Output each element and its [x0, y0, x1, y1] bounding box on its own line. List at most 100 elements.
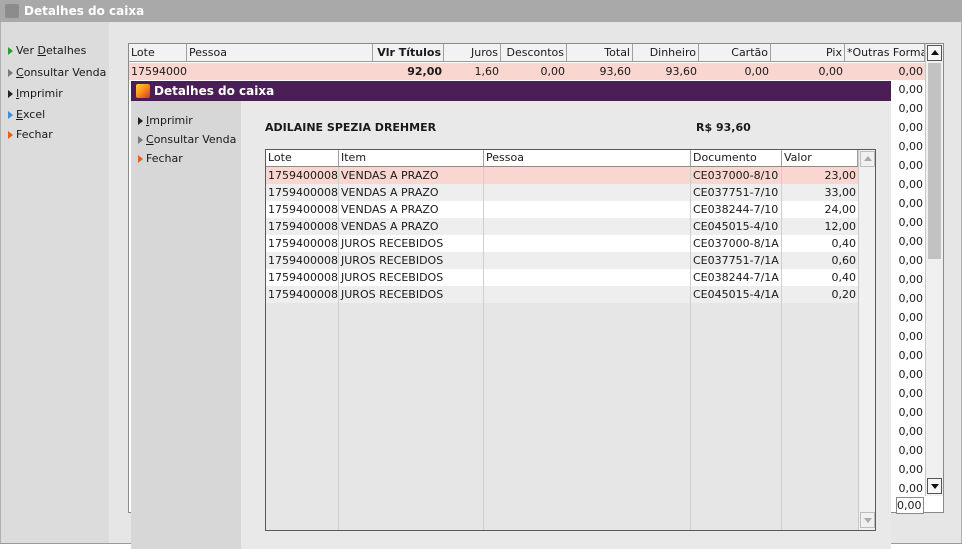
col-header-item[interactable]: Item [339, 150, 484, 166]
col-header-lote[interactable]: Lote [129, 44, 187, 61]
customer-total: R$ 93,60 [696, 121, 751, 134]
cell-pessoa [187, 63, 373, 80]
cell-item: VENDAS A PRAZO [341, 220, 439, 233]
col-header-lote[interactable]: Lote [266, 150, 339, 166]
table-row[interactable]: 1759400008 VENDAS A PRAZO CE037000-8/10 23,… [266, 167, 858, 184]
col-header-total[interactable]: Total [567, 44, 633, 61]
menu-label-fechar: Fechar [16, 128, 53, 141]
menu-label-imprimir: Imprimir [16, 87, 63, 100]
table-row[interactable]: 1759400008 VENDAS A PRAZO CE038244-7/10 24,… [266, 201, 858, 218]
outras-formas-cell: 0,00 [898, 102, 924, 115]
scroll-thumb[interactable] [928, 63, 941, 259]
cell-pessoa [484, 184, 691, 201]
grid-column-divider [483, 167, 484, 530]
play-triangle-icon [8, 131, 13, 139]
detalhes-dialog: Detalhes do caixa Imprimir Consultar Ven… [131, 81, 891, 549]
cell-lote: 1759400008 [268, 220, 338, 233]
cell-juros: 1,60 [474, 65, 500, 78]
menu-label-consultar-venda: Consultar Venda [16, 66, 107, 79]
cell-documento: CE037751-7/1A [693, 254, 779, 267]
menu-imprimir[interactable]: Imprimir [8, 85, 63, 103]
col-header-cartao[interactable]: Cartão [699, 44, 771, 61]
play-triangle-icon [8, 111, 13, 119]
play-triangle-icon [8, 90, 13, 98]
dialog-sidebar: Imprimir Consultar Venda Fechar [131, 101, 241, 549]
cell-pessoa [484, 235, 691, 252]
cell-pessoa [484, 218, 691, 235]
grid-column-divider [690, 167, 691, 530]
outras-formas-cell: 0,00 [898, 463, 924, 476]
cell-pix: 0,00 [818, 65, 844, 78]
table-row[interactable]: 1759400008 VENDAS A PRAZO CE037751-7/10 33,… [266, 184, 858, 201]
cell-outras: 0,00 [898, 65, 924, 78]
dialog-menu-imprimir[interactable]: Imprimir [138, 112, 193, 130]
menu-ver-detalhes[interactable]: Ver Detalhes [8, 42, 86, 60]
col-header-documento[interactable]: Documento [691, 150, 782, 166]
customer-name: ADILAINE SPEZIA DREHMER [265, 121, 437, 134]
cell-lote: 1759400008 [268, 254, 338, 267]
outras-formas-cell: 0,00 [898, 482, 924, 495]
dialog-title: Detalhes do caixa [154, 84, 275, 98]
outras-formas-cell: 0,00 [898, 83, 924, 96]
col-header-outras[interactable]: *Outras Formas [845, 44, 925, 61]
col-header-dinheiro[interactable]: Dinheiro [633, 44, 699, 61]
dialog-title-bar: Detalhes do caixa [131, 81, 891, 101]
outras-formas-column: 0,00 0,00 0,00 0,00 0,00 0,00 0,00 0,00 0,00 0,00… [895, 80, 925, 498]
cell-lote: 1759400008 [268, 271, 338, 284]
caixa-grid-scrollbar[interactable] [925, 44, 943, 496]
menu-excel[interactable]: Excel [8, 106, 45, 124]
menu-consultar-venda[interactable]: Consultar Venda [8, 64, 106, 82]
outras-formas-cell: 0,00 [898, 140, 924, 153]
table-row[interactable]: 1759400008 JUROS RECEBIDOS CE038244-7/1A 0,… [266, 269, 858, 286]
cell-item: JUROS RECEBIDOS [341, 288, 444, 301]
cell-documento: CE037000-8/1A [693, 237, 779, 250]
scroll-down-icon[interactable] [860, 512, 875, 528]
col-header-pessoa[interactable]: Pessoa [187, 44, 373, 61]
outras-formas-cell: 0,00 [898, 216, 924, 229]
scroll-up-icon[interactable] [927, 45, 942, 61]
cell-item: VENDAS A PRAZO [341, 186, 439, 199]
table-row[interactable]: 1759400008 JUROS RECEBIDOS CE037751-7/1A 0,… [266, 252, 858, 269]
table-row[interactable]: 1759400008 JUROS RECEBIDOS CE045015-4/1A 0,… [266, 286, 858, 303]
table-row[interactable]: 1759400008 JUROS RECEBIDOS CE037000-8/1A 0,… [266, 235, 858, 252]
col-header-vlr-titulos[interactable]: Vlr Títulos [373, 44, 444, 61]
col-header-pix[interactable]: Pix [771, 44, 845, 61]
col-header-juros[interactable]: Juros [444, 44, 501, 61]
app-logo-icon [136, 84, 150, 98]
scroll-down-icon[interactable] [927, 478, 942, 494]
cell-valor: 23,00 [824, 169, 857, 182]
outras-formas-total: 0,00 [896, 497, 924, 514]
outras-formas-cell: 0,00 [898, 254, 924, 267]
grid-column-divider [338, 167, 339, 530]
cell-valor: 33,00 [824, 186, 857, 199]
cell-lote: 1759400008 [268, 203, 338, 216]
dialog-menu-fechar[interactable]: Fechar [138, 150, 183, 168]
cell-pessoa [484, 286, 691, 303]
outras-formas-cell: 0,00 [898, 197, 924, 210]
cell-lote: 1759400008 [131, 65, 187, 78]
outras-formas-cell: 0,00 [898, 425, 924, 438]
outras-formas-cell: 0,00 [898, 121, 924, 134]
table-row[interactable]: 1759400008 92,00 1,60 0,00 93,60 93,60 0… [129, 63, 925, 80]
col-header-pessoa[interactable]: Pessoa [484, 150, 691, 166]
outer-sidebar: Ver Detalhes Consultar Venda Imprimir Ex… [1, 22, 109, 543]
outras-formas-cell: 0,00 [898, 444, 924, 457]
play-triangle-icon [138, 136, 143, 144]
scroll-up-icon[interactable] [860, 151, 875, 167]
cell-lote: 1759400008 [268, 186, 338, 199]
col-header-descontos[interactable]: Descontos [501, 44, 567, 61]
menu-fechar[interactable]: Fechar [8, 126, 53, 144]
detalhes-grid-scrollbar[interactable] [858, 150, 875, 530]
play-triangle-icon [138, 155, 143, 163]
cell-item: JUROS RECEBIDOS [341, 237, 444, 250]
outras-formas-cell: 0,00 [898, 292, 924, 305]
detalhes-grid[interactable]: Lote Item Pessoa Documento Valor 1759400… [265, 149, 876, 531]
cell-dinheiro: 93,60 [665, 65, 698, 78]
cell-documento: CE037000-8/10 [693, 169, 779, 182]
dialog-menu-consultar-venda[interactable]: Consultar Venda [138, 131, 236, 149]
outras-formas-cell: 0,00 [898, 349, 924, 362]
table-row[interactable]: 1759400008 VENDAS A PRAZO CE045015-4/10 12,… [266, 218, 858, 235]
col-header-valor[interactable]: Valor [782, 150, 858, 166]
cell-valor: 0,20 [831, 288, 857, 301]
cell-pessoa [484, 252, 691, 269]
